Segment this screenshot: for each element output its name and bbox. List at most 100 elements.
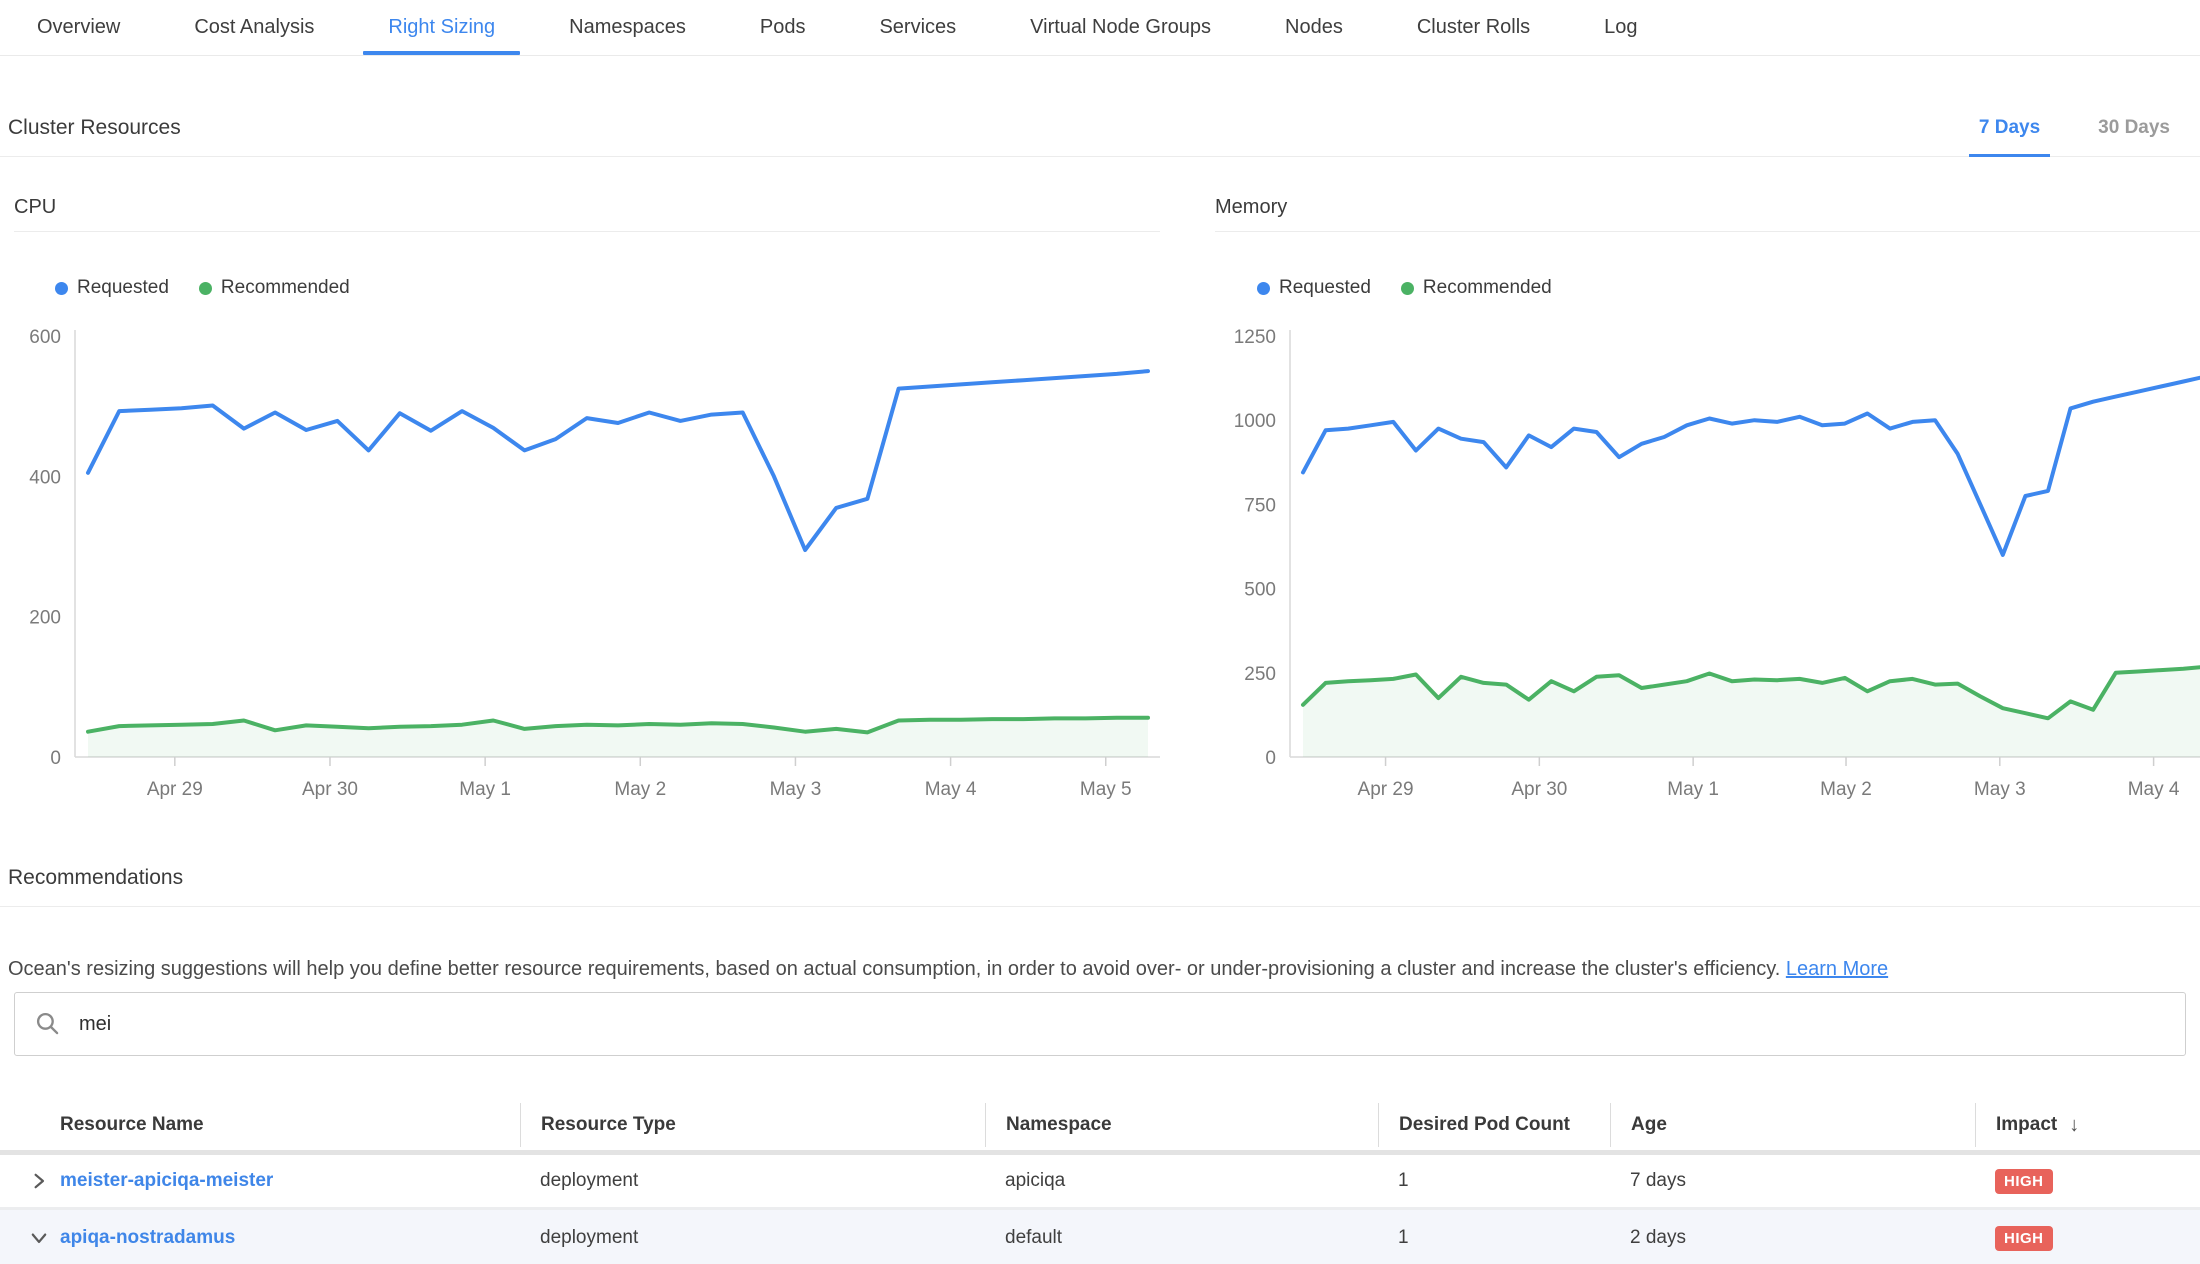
- range-30-days[interactable]: 30 Days: [2082, 100, 2186, 156]
- resource-type-cell: deployment: [520, 1170, 985, 1192]
- cpu-y-tick-label: 0: [50, 748, 61, 769]
- legend-item-recommended[interactable]: Recommended: [1401, 277, 1552, 299]
- memory-x-tick-label: May 3: [1974, 779, 2026, 800]
- cpu-chart-legend: Requested Recommended: [55, 277, 350, 299]
- namespace-cell: apiciqa: [985, 1170, 1378, 1192]
- cpu-x-tick-label: May 2: [614, 779, 666, 800]
- cpu-x-tick-label: May 1: [459, 779, 511, 800]
- memory-x-tick-label: Apr 30: [1511, 779, 1567, 800]
- cpu-x-tick-label: May 3: [770, 779, 822, 800]
- requested-legend-dot-icon: [55, 282, 68, 295]
- column-header-resource-name[interactable]: Resource Name: [60, 1103, 520, 1147]
- memory-y-tick-label: 250: [1244, 664, 1276, 685]
- column-header-impact[interactable]: Impact ↓: [1975, 1103, 2200, 1147]
- resource-name-link[interactable]: apiqa-nostradamus: [60, 1227, 520, 1249]
- chevron-right-icon[interactable]: [0, 1172, 60, 1190]
- recommendations-description: Ocean's resizing suggestions will help y…: [8, 958, 2180, 981]
- column-header-label: Desired Pod Count: [1399, 1114, 1570, 1136]
- column-header-label: Namespace: [1006, 1114, 1112, 1136]
- cpu-chart-title: CPU: [14, 196, 1160, 232]
- cpu-y-tick-label: 400: [29, 467, 61, 488]
- tab-namespaces[interactable]: Namespaces: [532, 0, 723, 55]
- active-tab-indicator: [363, 51, 520, 55]
- legend-label: Requested: [1279, 277, 1371, 299]
- desired-pod-count-cell: 1: [1378, 1170, 1610, 1192]
- column-header-label: Age: [1631, 1114, 1667, 1136]
- cluster-resources-title: Cluster Resources: [8, 116, 181, 140]
- legend-item-requested[interactable]: Requested: [1257, 277, 1371, 299]
- requested-legend-dot-icon: [1257, 282, 1270, 295]
- resource-name-link[interactable]: meister-apiciqa-meister: [60, 1170, 520, 1192]
- memory-chart: 0 250 500 750 1000 1250 Apr 29 Apr 30 May 1 May 2…: [1215, 318, 2200, 808]
- tab-cost-analysis[interactable]: Cost Analysis: [157, 0, 351, 55]
- memory-y-tick-label: 1000: [1234, 411, 1276, 432]
- namespace-cell: default: [985, 1227, 1378, 1249]
- recommendations-table: Resource Name Resource Type Namespace Desir…: [0, 1100, 2200, 1264]
- legend-item-recommended[interactable]: Recommended: [199, 277, 350, 299]
- column-header-label: Resource Name: [60, 1114, 204, 1136]
- impact-badge: HIGH: [1995, 1226, 2053, 1251]
- top-tab-bar: OverviewCost AnalysisRight SizingNamespa…: [0, 0, 2200, 56]
- memory-y-tick-label: 500: [1244, 580, 1276, 601]
- cpu-x-tick-label: May 4: [925, 779, 977, 800]
- table-row[interactable]: apiqa-nostradamusdeploymentdefault12 day…: [0, 1210, 2200, 1264]
- tab-right-sizing[interactable]: Right Sizing: [351, 0, 532, 55]
- memory-y-tick-label: 0: [1265, 748, 1276, 769]
- tab-overview[interactable]: Overview: [0, 0, 157, 55]
- chevron-down-icon[interactable]: [0, 1229, 60, 1247]
- tab-nodes[interactable]: Nodes: [1248, 0, 1380, 55]
- recommendations-header: Recommendations: [0, 850, 2200, 907]
- tab-log[interactable]: Log: [1567, 0, 1674, 55]
- recommended-legend-dot-icon: [199, 282, 212, 295]
- page: OverviewCost AnalysisRight SizingNamespa…: [0, 0, 2200, 1264]
- cpu-y-tick-label: 200: [29, 608, 61, 629]
- memory-x-tick-label: Apr 29: [1358, 779, 1414, 800]
- age-cell: 7 days: [1610, 1170, 1975, 1192]
- memory-chart-title: Memory: [1215, 196, 2200, 232]
- table-row[interactable]: meister-apiciqa-meisterdeploymentapiciqa…: [0, 1155, 2200, 1207]
- legend-item-requested[interactable]: Requested: [55, 277, 169, 299]
- memory-x-tick-label: May 1: [1667, 779, 1719, 800]
- tab-virtual-node-groups[interactable]: Virtual Node Groups: [993, 0, 1248, 55]
- sort-arrow-icon[interactable]: ↓: [2069, 1114, 2079, 1137]
- tab-pods[interactable]: Pods: [723, 0, 843, 55]
- cpu-y-tick-label: 600: [29, 327, 61, 348]
- column-header-resource-type[interactable]: Resource Type: [520, 1103, 985, 1147]
- column-header-age[interactable]: Age: [1610, 1103, 1975, 1147]
- memory-x-tick-label: May 4: [2128, 779, 2180, 800]
- tab-services[interactable]: Services: [842, 0, 993, 55]
- active-range-indicator: [1969, 154, 2050, 157]
- resource-search: [14, 992, 2186, 1056]
- memory-y-tick-label: 1250: [1234, 327, 1276, 348]
- column-header-desired-pod-count[interactable]: Desired Pod Count: [1378, 1103, 1610, 1147]
- impact-badge: HIGH: [1995, 1169, 2053, 1194]
- header-chevron-spacer: [0, 1103, 60, 1147]
- recommendations-title: Recommendations: [8, 866, 183, 890]
- legend-label: Recommended: [221, 277, 350, 299]
- cpu-x-tick-label: Apr 29: [147, 779, 203, 800]
- recommendations-description-text: Ocean's resizing suggestions will help y…: [8, 958, 1780, 980]
- cluster-resources-header: Cluster Resources 7 Days 30 Days: [0, 100, 2200, 157]
- search-input[interactable]: [77, 1012, 2165, 1037]
- column-header-namespace[interactable]: Namespace: [985, 1103, 1378, 1147]
- cpu-x-tick-label: May 5: [1080, 779, 1132, 800]
- memory-chart-legend: Requested Recommended: [1257, 277, 1552, 299]
- legend-label: Recommended: [1423, 277, 1552, 299]
- cpu-requested-line: [88, 371, 1148, 550]
- impact-cell: HIGH: [1975, 1169, 2200, 1194]
- time-range-toggle: 7 Days 30 Days: [1937, 100, 2186, 156]
- tab-cluster-rolls[interactable]: Cluster Rolls: [1380, 0, 1567, 55]
- search-icon: [35, 1011, 61, 1037]
- desired-pod-count-cell: 1: [1378, 1227, 1610, 1249]
- memory-y-tick-label: 750: [1244, 495, 1276, 516]
- legend-label: Requested: [77, 277, 169, 299]
- learn-more-link[interactable]: Learn More: [1786, 958, 1888, 980]
- age-cell: 2 days: [1610, 1227, 1975, 1249]
- table-header-row: Resource Name Resource Type Namespace Desir…: [0, 1100, 2200, 1150]
- column-header-label: Resource Type: [541, 1114, 676, 1136]
- impact-cell: HIGH: [1975, 1226, 2200, 1251]
- memory-x-tick-label: May 2: [1820, 779, 1872, 800]
- range-7-days[interactable]: 7 Days: [1963, 100, 2056, 156]
- column-header-label: Impact: [1996, 1114, 2057, 1136]
- cpu-chart: 0200400600Apr 29Apr 30May 1May 2May 3May…: [0, 318, 1160, 808]
